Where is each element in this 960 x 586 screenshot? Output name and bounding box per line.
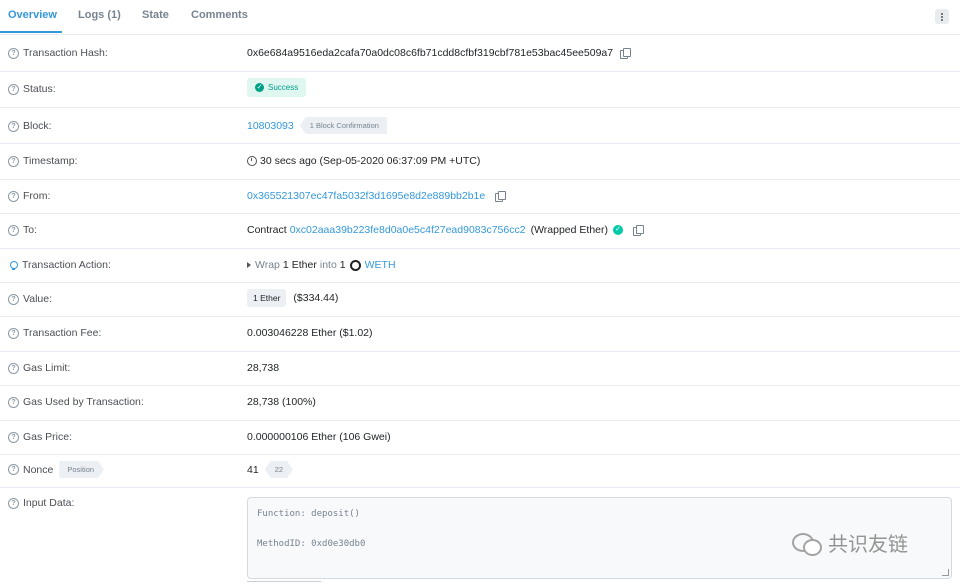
nonce-position-badge: 22: [265, 461, 293, 478]
label-transaction-hash: Transaction Hash:: [23, 47, 108, 59]
action-amount: 1: [282, 259, 289, 271]
help-icon[interactable]: ?: [8, 120, 19, 132]
input-methodid-line: MethodID: 0xd0e30db0: [257, 539, 366, 549]
position-tag: Position: [59, 461, 104, 478]
help-icon[interactable]: ?: [8, 497, 19, 509]
label-input-data: Input Data:: [23, 497, 75, 509]
row-gas-limit: ? Gas Limit: 28,738: [0, 351, 960, 386]
help-icon[interactable]: ?: [8, 362, 19, 374]
more-options-button[interactable]: [935, 9, 949, 24]
block-number-link[interactable]: 10803093: [247, 120, 294, 132]
label-timestamp: Timestamp:: [23, 155, 78, 167]
action-unit: Ether: [291, 259, 317, 271]
copy-icon[interactable]: [620, 48, 632, 59]
copy-icon[interactable]: [633, 225, 645, 236]
row-to: ? To: Contract 0xc02aaa39b223fe8d0a0e5c4f…: [0, 213, 960, 249]
row-gas-used: ? Gas Used by Transaction: 28,738 (100%): [0, 385, 960, 421]
timestamp-value: 30 secs ago (Sep-05-2020 06:37:09 PM +UT…: [260, 155, 481, 167]
clock-icon: [247, 156, 257, 166]
weth-token-link[interactable]: WETH: [365, 259, 396, 271]
status-badge: ✓ Success: [247, 78, 307, 97]
help-icon[interactable]: ?: [8, 464, 19, 475]
help-icon[interactable]: ?: [8, 83, 19, 95]
resize-handle-icon[interactable]: [942, 569, 949, 576]
help-icon[interactable]: ?: [8, 293, 19, 305]
label-gas-price: Gas Price:: [23, 431, 73, 443]
help-icon[interactable]: ?: [8, 327, 19, 339]
help-icon[interactable]: ?: [8, 190, 19, 202]
row-input-data: ? Input Data:: [8, 497, 74, 509]
label-to: To:: [23, 224, 38, 236]
label-block: Block:: [23, 120, 52, 132]
label-value: Value:: [23, 293, 52, 305]
status-value: Success: [268, 83, 299, 92]
label-transaction-action: Transaction Action:: [22, 259, 111, 271]
row-block: ? Block: 10803093 1 Block Confirmation: [0, 107, 960, 144]
from-address-link[interactable]: 0x365521307ec47fa5032f3d1695e8d2e889bb2b…: [247, 190, 485, 202]
tab-overview[interactable]: Overview: [8, 9, 57, 21]
gas-used-value: 28,738 (100%): [247, 396, 316, 408]
help-icon[interactable]: ?: [8, 224, 19, 236]
action-verb: Wrap: [255, 259, 280, 271]
label-status: Status:: [23, 83, 56, 95]
action-amount-2: 1: [339, 259, 346, 271]
to-contract-link[interactable]: 0xc02aaa39b223fe8d0a0e5c4f27ead9083c756c…: [290, 224, 526, 236]
contract-name: (Wrapped Ether): [530, 224, 609, 236]
watermark: 共识友链: [792, 528, 908, 557]
row-nonce: ? Nonce Position 41 22: [0, 454, 960, 488]
help-icon[interactable]: ?: [8, 431, 19, 443]
tab-bar: Overview Logs (1) State Comments: [0, 0, 960, 35]
value-usd: ($334.44): [293, 292, 339, 304]
row-transaction-hash: ? Transaction Hash: 0x6e684a9516eda2cafa7…: [0, 35, 960, 72]
lightbulb-icon: [8, 260, 18, 270]
label-gas-used: Gas Used by Transaction:: [23, 396, 144, 408]
weth-token-icon: [349, 259, 361, 271]
verified-check-icon: ✓: [613, 225, 624, 235]
help-icon[interactable]: ?: [8, 155, 19, 167]
nonce-value: 41: [247, 463, 259, 476]
row-transaction-action: Transaction Action: Wrap 1 Ether into 1 …: [0, 248, 960, 283]
active-tab-indicator: [0, 31, 62, 33]
label-from: From:: [23, 190, 51, 202]
row-from: ? From: 0x365521307ec47fa5032f3d1695e8d2e…: [0, 179, 960, 214]
row-gas-price: ? Gas Price: 0.000000106 Ether (106 Gwei): [0, 420, 960, 455]
label-gas-limit: Gas Limit:: [23, 362, 71, 374]
watermark-text: 共识友链: [828, 534, 908, 556]
gas-limit-value: 28,738: [247, 362, 280, 374]
value-ether-chip: 1 Ether: [247, 289, 287, 307]
action-into: into: [319, 259, 337, 271]
wechat-icon: [792, 531, 822, 556]
caret-right-icon[interactable]: [247, 262, 251, 268]
block-confirmation-badge: 1 Block Confirmation: [299, 117, 387, 134]
label-transaction-fee: Transaction Fee:: [23, 327, 102, 339]
check-circle-icon: ✓: [255, 83, 264, 92]
gas-price-value: 0.000000106 Ether (106 Gwei): [247, 431, 391, 443]
row-timestamp: ? Timestamp: 30 secs ago (Sep-05-2020 06:…: [0, 143, 960, 180]
transaction-fee-value: 0.003046228 Ether ($1.02): [247, 327, 373, 339]
help-icon[interactable]: ?: [8, 47, 19, 59]
row-transaction-fee: ? Transaction Fee: 0.003046228 Ether ($1.…: [0, 316, 960, 352]
row-value: ? Value: 1 Ether ($334.44): [0, 282, 960, 317]
tab-logs[interactable]: Logs (1): [78, 9, 121, 21]
copy-icon[interactable]: [495, 191, 507, 202]
transaction-hash-value: 0x6e684a9516eda2cafa70a0dc08c6fb71cdd8cf…: [247, 47, 614, 59]
row-status: ? Status: ✓ Success: [0, 71, 960, 108]
help-icon[interactable]: ?: [8, 396, 19, 408]
input-function-line: Function: deposit(): [257, 509, 360, 519]
tab-state[interactable]: State: [142, 9, 169, 21]
contract-prefix: Contract: [247, 224, 287, 236]
label-nonce: Nonce: [23, 463, 54, 476]
tab-comments[interactable]: Comments: [191, 9, 248, 21]
